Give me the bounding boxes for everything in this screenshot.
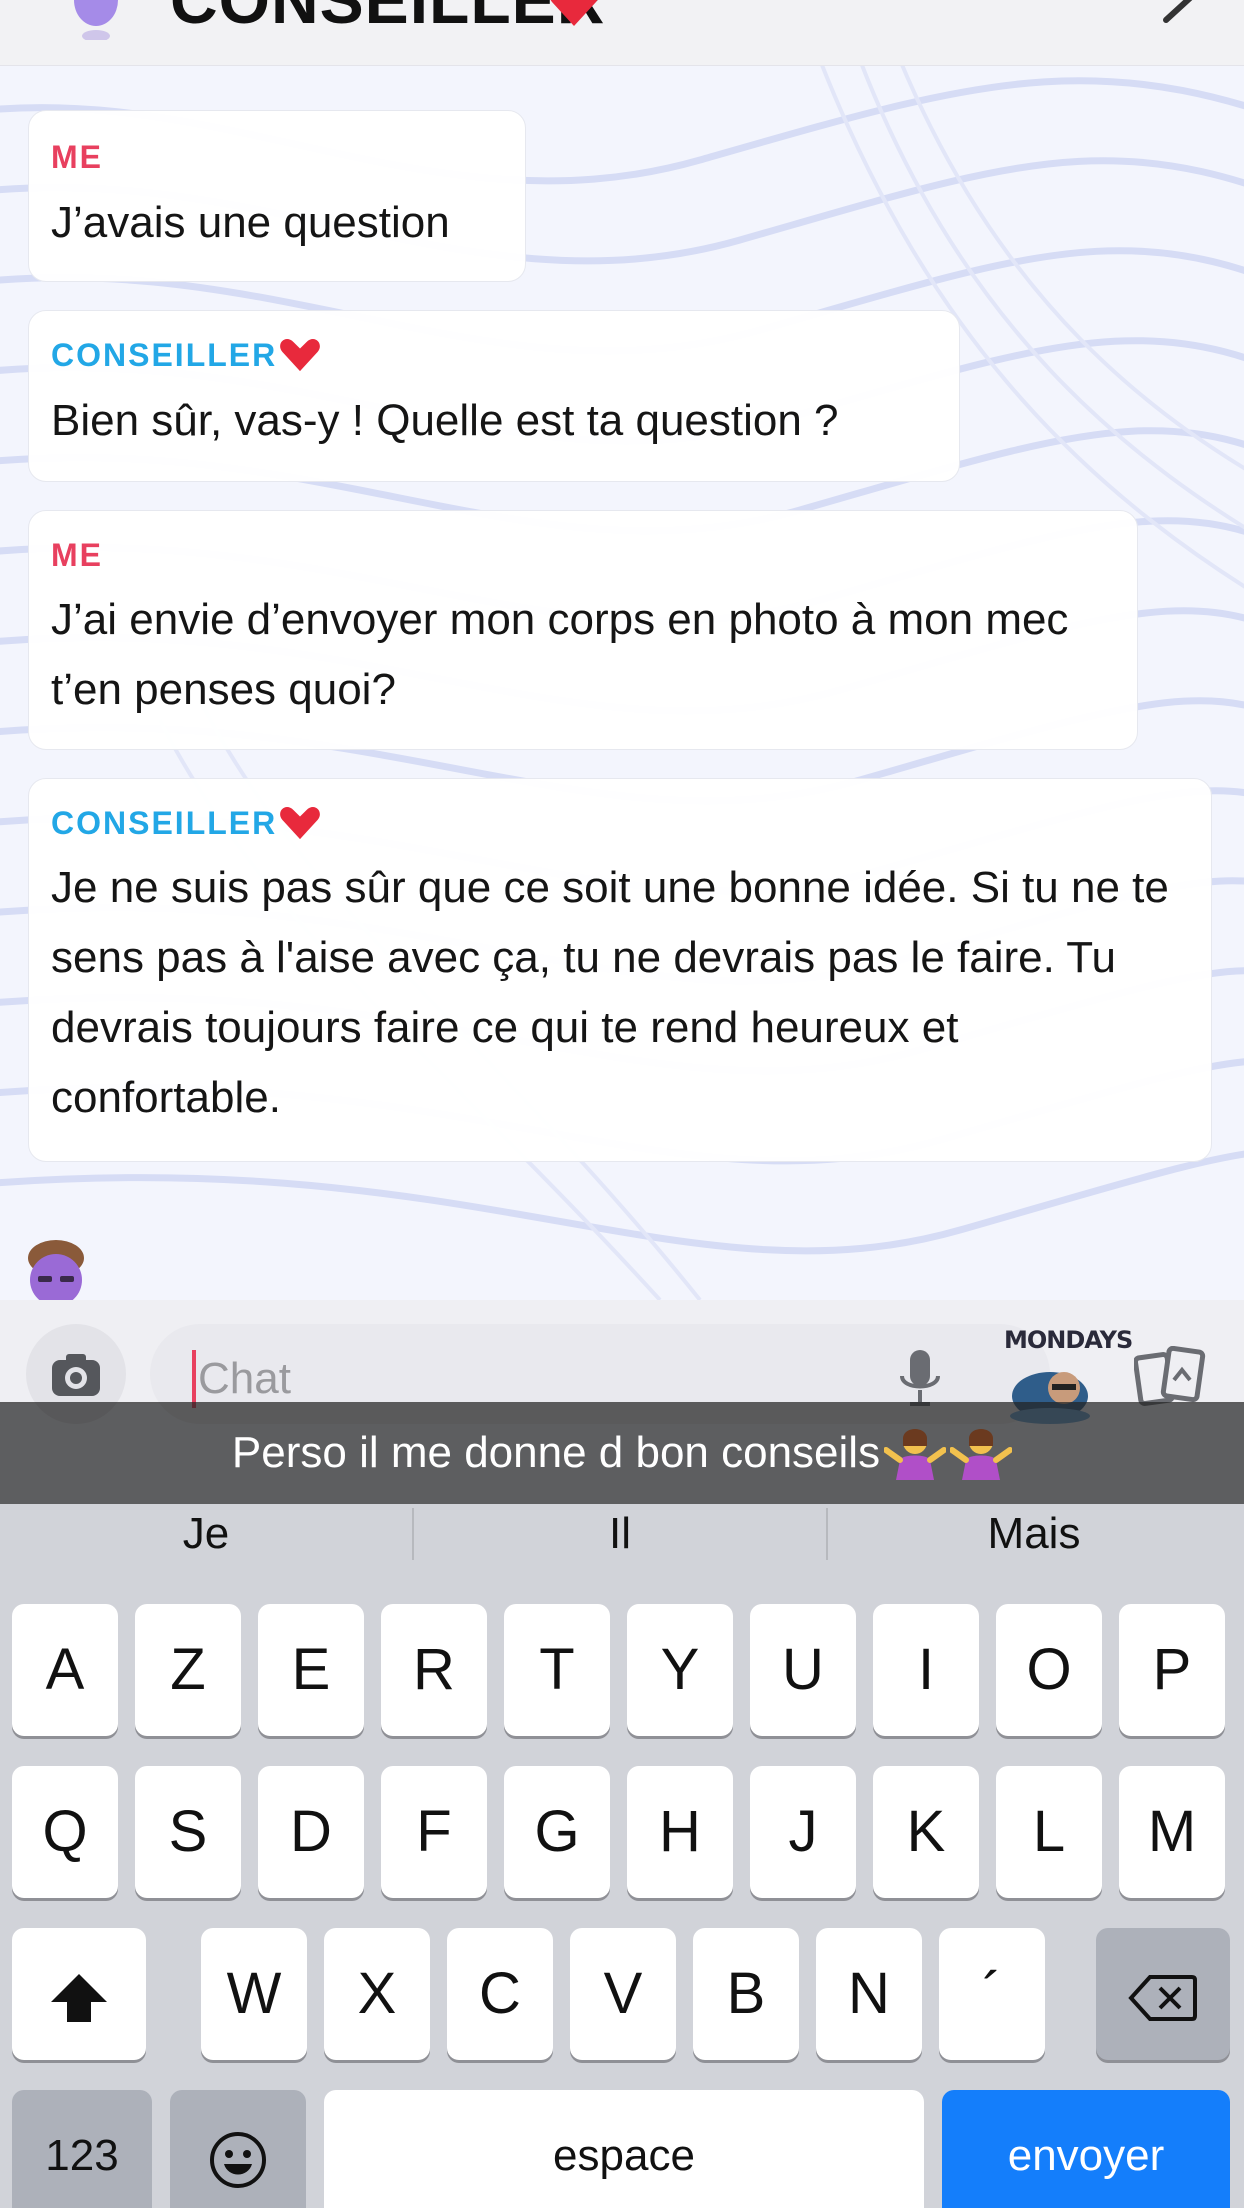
message-bubble[interactable]: CONSEILLER Bien sûr, vas-y ! Quelle est … <box>28 310 960 482</box>
heart-icon <box>280 339 321 372</box>
key-m[interactable]: M <box>1119 1766 1225 1898</box>
message-bubble[interactable]: CONSEILLER Je ne suis pas sûr que ce soi… <box>28 778 1212 1162</box>
backspace-key[interactable] <box>1096 1928 1230 2060</box>
message-text: Bien sûr, vas-y ! Quelle est ta question… <box>51 396 839 445</box>
key-accent[interactable]: ´ <box>939 1928 1045 2060</box>
key-r[interactable]: R <box>381 1604 487 1736</box>
camera-icon <box>52 1354 100 1396</box>
key-g[interactable]: G <box>504 1766 610 1898</box>
chevron-right-icon[interactable] <box>1160 0 1200 24</box>
send-key[interactable]: envoyer <box>942 2090 1230 2208</box>
woman-shrugging-icon <box>950 1429 1013 1480</box>
message-bubble[interactable]: ME J’avais une question <box>28 110 526 282</box>
key-f[interactable]: F <box>381 1766 487 1898</box>
sender-label: ME <box>51 536 103 573</box>
shift-icon <box>51 1973 107 2022</box>
message-text: J’ai envie d’envoyer mon corps en photo … <box>51 595 1069 714</box>
caption-overlay: Perso il me donne d bon conseils <box>0 1402 1244 1504</box>
key-k[interactable]: K <box>873 1766 979 1898</box>
key-l[interactable]: L <box>996 1766 1102 1898</box>
suggestion-item[interactable]: Il <box>414 1504 826 1564</box>
key-y[interactable]: Y <box>627 1604 733 1736</box>
space-key[interactable]: espace <box>324 2090 924 2208</box>
key-s[interactable]: S <box>135 1766 241 1898</box>
sender-name: CONSEILLER <box>51 804 278 841</box>
key-n[interactable]: N <box>816 1928 922 2060</box>
emoji-icon <box>210 2131 266 2188</box>
key-p[interactable]: P <box>1119 1604 1225 1736</box>
key-w[interactable]: W <box>201 1928 307 2060</box>
header-title[interactable]: CONSEILLER <box>170 0 605 38</box>
keyboard: Je Il Mais A Z E R T Y U I O P Q S D F G… <box>0 1504 1244 2208</box>
sender-name: CONSEILLER <box>51 336 278 373</box>
key-o[interactable]: O <box>996 1604 1102 1736</box>
key-i[interactable]: I <box>873 1604 979 1736</box>
key-c[interactable]: C <box>447 1928 553 2060</box>
key-x[interactable]: X <box>324 1928 430 2060</box>
key-b[interactable]: B <box>693 1928 799 2060</box>
heart-icon <box>280 807 321 840</box>
sender-label: CONSEILLER <box>51 803 1189 843</box>
key-a[interactable]: A <box>12 1604 118 1736</box>
chat-screen: CONSEILLER ME J’avais une question CONSE… <box>0 0 1244 2208</box>
suggestion-bar: Je Il Mais <box>0 1504 1244 1564</box>
suggestion-item[interactable]: Mais <box>828 1504 1240 1564</box>
key-v[interactable]: V <box>570 1928 676 2060</box>
message-bubble[interactable]: ME J’ai envie d’envoyer mon corps en pho… <box>28 510 1138 750</box>
backspace-icon <box>1128 1974 1197 2021</box>
bot-avatar-icon[interactable] <box>66 0 126 40</box>
key-e[interactable]: E <box>258 1604 364 1736</box>
key-t[interactable]: T <box>504 1604 610 1736</box>
text-caret <box>192 1350 196 1408</box>
message-text: J’avais une question <box>51 198 450 247</box>
caption-text: Perso il me donne d bon conseils <box>231 1428 881 1477</box>
key-h[interactable]: H <box>627 1766 733 1898</box>
microphone-icon[interactable] <box>898 1348 942 1408</box>
key-j[interactable]: J <box>750 1766 856 1898</box>
key-q[interactable]: Q <box>12 1766 118 1898</box>
cards-icon[interactable] <box>1134 1346 1206 1408</box>
key-u[interactable]: U <box>750 1604 856 1736</box>
key-z[interactable]: Z <box>135 1604 241 1736</box>
shift-key[interactable] <box>12 1928 146 2060</box>
message-text: Je ne suis pas sûr que ce soit une bonne… <box>51 863 1169 1122</box>
numbers-key[interactable]: 123 <box>12 2090 152 2208</box>
chat-header: CONSEILLER <box>0 0 1244 66</box>
chat-placeholder: Chat <box>198 1354 291 1403</box>
sender-label: ME <box>51 138 103 175</box>
heart-icon <box>550 0 598 26</box>
key-d[interactable]: D <box>258 1766 364 1898</box>
woman-shrugging-icon <box>884 1429 947 1480</box>
suggestion-item[interactable]: Je <box>0 1504 412 1564</box>
sender-label: CONSEILLER <box>51 335 937 375</box>
bitmoji-avatar-icon <box>28 1240 84 1300</box>
emoji-key[interactable] <box>170 2090 306 2208</box>
